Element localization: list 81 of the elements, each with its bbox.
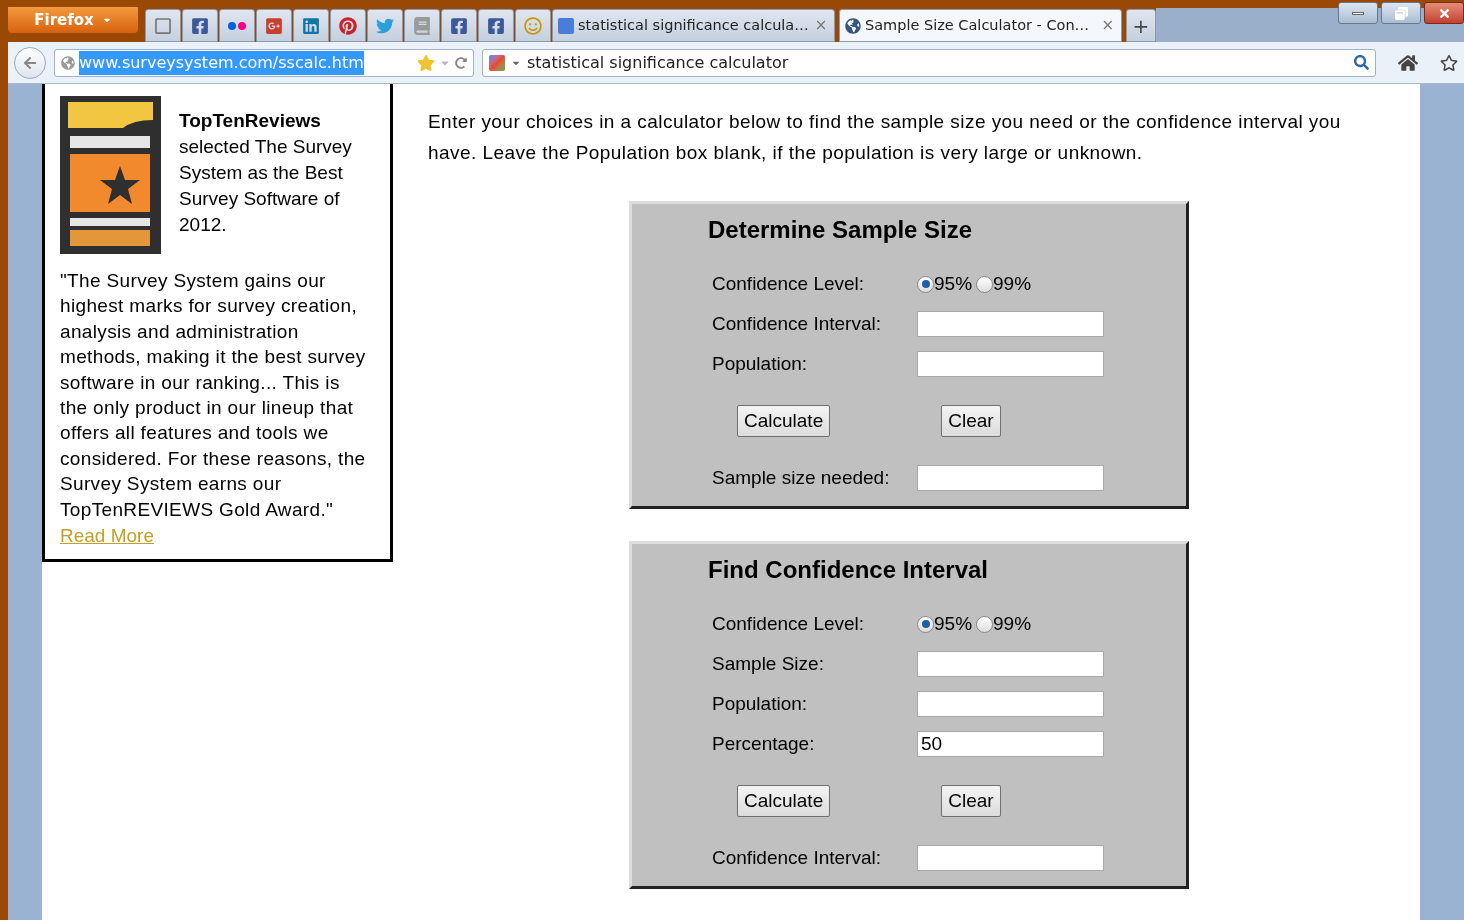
intro-text: Enter your choices in a calculator below to find the sample size you need or the confidence interval you have. Leave the Population box blank, if the population is very large or unknown. [428, 110, 1342, 165]
browser-tab[interactable]: statistical significance calcula… × [552, 9, 835, 42]
bookmark-star-icon[interactable] [1440, 53, 1458, 72]
field-label: Population: [712, 351, 809, 376]
new-tab-button[interactable]: + [1126, 9, 1156, 42]
calculate-button[interactable]: Calculate [737, 785, 831, 817]
search-text: statistical significance calculator [527, 51, 790, 74]
tab-title: statistical significance calcula… [578, 15, 809, 35]
input-field[interactable] [917, 845, 1104, 871]
pinned-tab[interactable] [367, 9, 403, 42]
field-label: Population: [712, 691, 809, 716]
facebook-icon [487, 16, 505, 35]
tab-title: Sample Size Calculator - Con… [865, 15, 1091, 35]
calculator-title: Find Confidence Interval [707, 555, 990, 585]
clear-button[interactable]: Clear [941, 405, 1001, 437]
tab-close-button[interactable]: × [1099, 14, 1116, 37]
back-arrow-icon [23, 55, 37, 70]
calculator-title: Determine Sample Size [707, 215, 974, 245]
radio-label: 95% [934, 271, 973, 296]
radio-button[interactable] [976, 275, 994, 293]
minimize-icon [1352, 11, 1364, 15]
two-dots-icon [228, 21, 246, 30]
radio-button[interactable] [917, 615, 934, 633]
pinned-tab[interactable] [441, 9, 477, 42]
pinned-tab[interactable] [182, 9, 218, 42]
search-icon[interactable] [1354, 55, 1369, 70]
input-field[interactable] [917, 691, 1104, 717]
field-label: Percentage: [712, 731, 816, 756]
pinned-tab[interactable] [145, 9, 181, 42]
field-label: Sample size needed: [712, 465, 891, 490]
pinned-tab[interactable] [293, 9, 329, 42]
input-field[interactable] [917, 651, 1104, 677]
back-button[interactable] [14, 46, 46, 79]
search-engine-icon [489, 54, 505, 71]
reload-icon[interactable] [455, 56, 467, 69]
pinned-tab[interactable] [330, 9, 366, 42]
award-title: TopTenReviews [179, 109, 322, 133]
pinterest-icon [339, 16, 357, 35]
close-button[interactable] [1424, 2, 1464, 24]
bird-icon [376, 16, 394, 35]
field-label: Confidence Interval: [712, 311, 882, 336]
restore-button[interactable] [1381, 2, 1421, 24]
facebook-icon [191, 16, 209, 35]
pinned-tab[interactable] [404, 9, 440, 42]
close-icon [1437, 6, 1451, 20]
radio-label: 99% [993, 611, 1032, 636]
field-label: Confidence Level: [712, 611, 866, 636]
clear-button[interactable]: Clear [941, 785, 1001, 817]
award-text: selected The Survey System as the Best Survey Software of 2012. [179, 135, 353, 237]
home-icon[interactable] [1398, 52, 1418, 73]
url-text: www.surveysystem.com/sscalc.htm [79, 50, 364, 75]
radio-label: 99% [993, 271, 1032, 296]
smiley-icon [524, 16, 542, 35]
globe-icon [61, 55, 75, 70]
award-quote: "The Survey System gains our highest marks for survey creation, analysis and administration methods, making it the best survey software in our ranking... This is the only product in our lineup that offers all features and tools we considered. For these reasons, the Survey System earns our TopTenREVIEWS Gold Award." [60, 269, 367, 522]
radio-button[interactable] [917, 275, 934, 293]
google-plus-icon [265, 16, 283, 35]
search-bar[interactable]: statistical significance calculator [482, 48, 1376, 77]
pinned-tab[interactable] [478, 9, 514, 42]
field-label: Confidence Interval: [712, 845, 882, 870]
facebook-icon [450, 16, 468, 35]
star-icon[interactable] [417, 53, 435, 72]
field-label: Sample Size: [712, 651, 825, 676]
radio-label: 95% [934, 611, 973, 636]
minimize-button[interactable] [1338, 2, 1378, 24]
globe-icon [845, 17, 861, 34]
pinned-tab[interactable] [515, 9, 551, 42]
input-field[interactable]: 50 [917, 731, 1104, 757]
square-icon [558, 17, 574, 34]
pinned-tab[interactable] [256, 9, 292, 42]
linkedin-icon [302, 16, 320, 35]
input-field[interactable] [917, 465, 1104, 491]
pinned-tab[interactable] [219, 9, 255, 42]
calculate-button[interactable]: Calculate [737, 405, 831, 437]
restore-icon [1394, 6, 1408, 20]
input-field[interactable] [917, 311, 1104, 337]
browser-tab[interactable]: Sample Size Calculator - Con… × [839, 9, 1122, 42]
input-field[interactable] [917, 351, 1104, 377]
book-icon [413, 16, 431, 35]
radio-button[interactable] [976, 615, 994, 633]
field-label: Confidence Level: [712, 271, 866, 296]
